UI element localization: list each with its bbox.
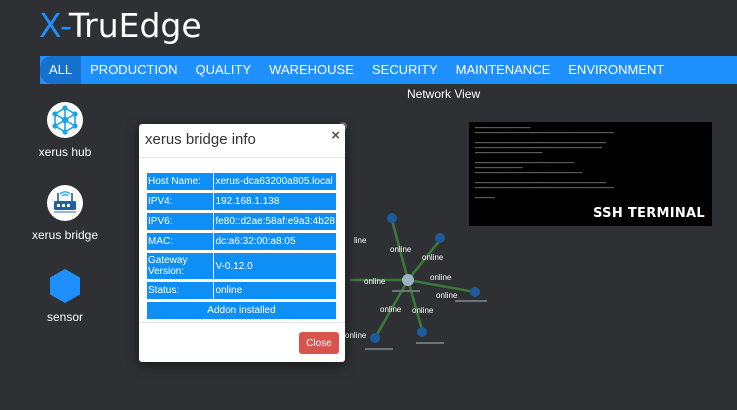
table-row: MAC: dc:a6:32:00:a8:05	[147, 233, 336, 250]
network-node[interactable]	[435, 233, 445, 243]
network-node[interactable]	[387, 213, 397, 223]
info-value: V-0.12.0	[214, 253, 336, 279]
sidebar-item-xerus-bridge[interactable]: xerus bridge	[20, 184, 110, 242]
info-key: Status:	[147, 282, 214, 299]
info-key: IPV4:	[147, 193, 214, 210]
close-icon[interactable]: ×	[331, 127, 340, 144]
edge-label: online	[380, 305, 402, 314]
bridge-info-modal: xerus bridge info × Host Name: xerus-dca…	[139, 124, 345, 362]
ssh-terminal-label: SSH TERMINAL	[593, 206, 705, 221]
network-node[interactable]	[370, 333, 380, 343]
nav-tab-maintenance[interactable]: MAINTENANCE	[447, 56, 560, 84]
table-row: IPV6: fe80::d2ae:58af:e9a3:4b28	[147, 213, 336, 230]
info-value: dc:a6:32:00:a8:05	[214, 233, 336, 250]
network-view-title: Network View	[407, 87, 481, 101]
edge-label: online	[422, 253, 444, 262]
logo-text: TruEdge	[68, 6, 202, 45]
sidebar-label-xerus-bridge: xerus bridge	[31, 228, 99, 242]
info-key: MAC:	[147, 233, 214, 250]
addon-status: Addon installed	[147, 302, 336, 319]
nav-tab-warehouse[interactable]: WAREHOUSE	[260, 56, 363, 84]
nav-tab-security[interactable]: SECURITY	[363, 56, 447, 84]
edge-label: online	[412, 306, 434, 315]
info-key: Host Name:	[147, 173, 214, 190]
edge-labels: line online online online online online …	[345, 236, 458, 340]
ssh-terminal-output: ━━━━━━━━━━━━━━━━━━━━━━━━━━━━ ━━━━━━━━━━━…	[475, 126, 614, 200]
nav-tab-quality[interactable]: QUALITY	[187, 56, 261, 84]
info-value: fe80::d2ae:58af:e9a3:4b28	[214, 213, 336, 230]
nav-tab-all[interactable]: ALL	[40, 56, 82, 84]
ssh-terminal-panel[interactable]: ━━━━━━━━━━━━━━━━━━━━━━━━━━━━ ━━━━━━━━━━━…	[469, 122, 712, 226]
edge-label: online	[364, 277, 386, 286]
bridge-icon	[47, 185, 83, 221]
edge-label: online	[390, 245, 412, 254]
hexagon-icon	[50, 269, 80, 303]
hub-icon	[47, 102, 83, 138]
logo-x: X-	[39, 6, 69, 45]
top-navbar: ALL PRODUCTION QUALITY WAREHOUSE SECURIT…	[40, 56, 737, 84]
app-logo: X-TruEdge	[39, 6, 202, 45]
modal-footer: Close	[139, 322, 345, 362]
edge-label: line	[354, 236, 367, 245]
modal-title: xerus bridge info	[145, 131, 256, 148]
table-row: Host Name: xerus-dca63200a805.local	[147, 173, 336, 190]
sidebar-item-sensor[interactable]: sensor	[20, 268, 110, 324]
info-key: Gateway Version:	[147, 253, 214, 279]
sidebar-label-sensor: sensor	[46, 310, 84, 324]
bridge-info-table: Host Name: xerus-dca63200a805.local IPV4…	[146, 170, 337, 322]
table-row: IPV4: 192.168.1.138	[147, 193, 336, 210]
close-button[interactable]: Close	[299, 332, 339, 354]
table-row: Status: online	[147, 282, 336, 299]
info-value: xerus-dca63200a805.local	[214, 173, 336, 190]
edge-label: online	[436, 291, 458, 300]
edge-label: online	[345, 331, 367, 340]
node-caption-placeholders	[365, 290, 487, 350]
info-value: online	[214, 282, 336, 299]
sidebar-item-xerus-hub[interactable]: xerus hub	[20, 101, 110, 159]
network-node[interactable]	[417, 327, 427, 337]
info-value: 192.168.1.138	[214, 193, 336, 210]
network-node[interactable]	[470, 287, 480, 297]
edge-label: online	[430, 273, 452, 282]
sidebar-label-xerus-hub: xerus hub	[38, 145, 92, 159]
network-hub-node[interactable]	[402, 274, 414, 286]
nav-tab-production[interactable]: PRODUCTION	[81, 56, 186, 84]
info-key: IPV6:	[147, 213, 214, 230]
table-row: Gateway Version: V-0.12.0	[147, 253, 336, 279]
table-row: Addon installed	[147, 302, 336, 319]
network-nodes[interactable]	[370, 213, 480, 343]
modal-header: xerus bridge info ×	[139, 124, 345, 158]
nav-tab-environment[interactable]: ENVIRONMENT	[559, 56, 673, 84]
